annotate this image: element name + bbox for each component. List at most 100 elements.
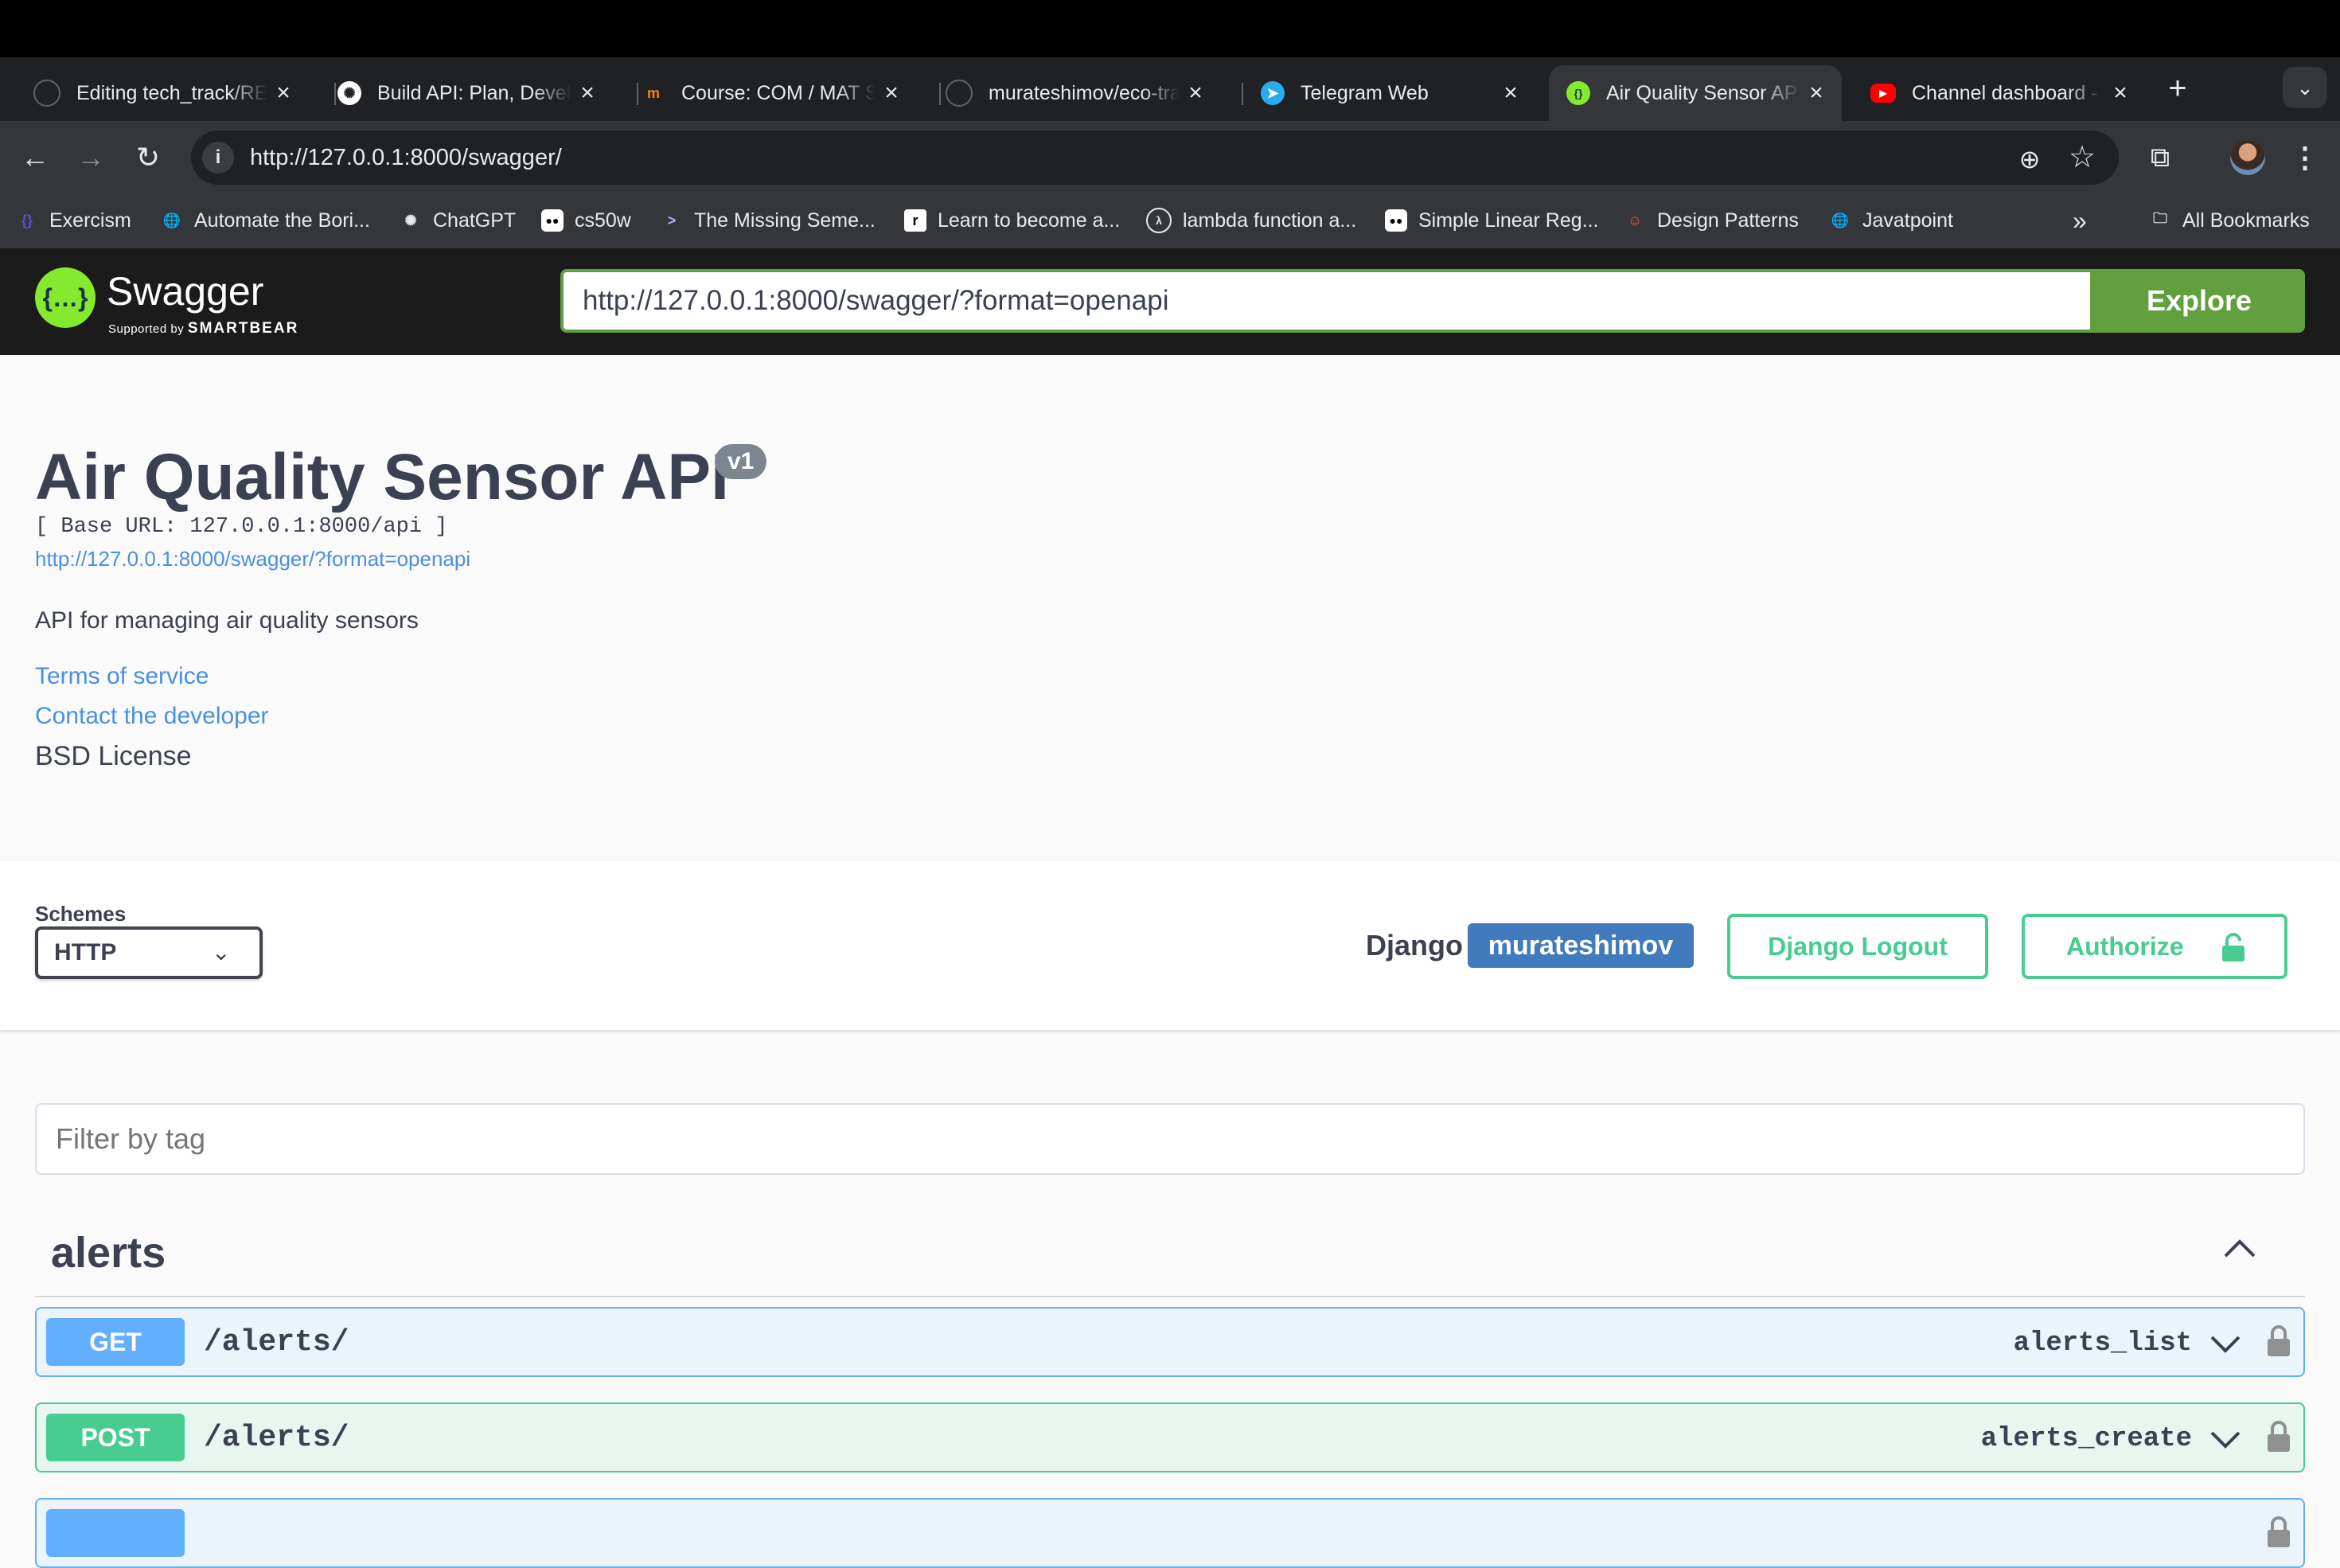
url-text[interactable]: http://127.0.0.1:8000/swagger/ bbox=[250, 140, 562, 175]
scheme-selected-value: HTTP bbox=[54, 939, 117, 965]
explore-url-input[interactable] bbox=[560, 269, 2093, 333]
operation-id: alerts_list bbox=[2013, 1328, 2192, 1359]
telegram-icon: ➤ bbox=[1261, 81, 1285, 105]
tab-title: Build API: Plan, Develop bbox=[377, 81, 571, 104]
method-badge: POST bbox=[46, 1414, 185, 1461]
tab-air-quality-api[interactable]: {} Air Quality Sensor API × bbox=[1549, 65, 1842, 121]
swagger-logo-subtitle: Supported by SMARTBEAR bbox=[108, 320, 298, 337]
bookmark-design-patterns[interactable]: ☺ Design Patterns bbox=[1624, 202, 1799, 239]
lock-icon[interactable] bbox=[2267, 1514, 2291, 1549]
filter-by-tag-input[interactable] bbox=[35, 1103, 2305, 1175]
bookmark-roadmap[interactable]: r Learn to become a... bbox=[904, 202, 1120, 239]
terminal-icon: > bbox=[667, 212, 677, 228]
bookmark-lambda[interactable]: λ lambda function a... bbox=[1146, 202, 1356, 239]
bookmark-missing-semester[interactable]: > The Missing Seme... bbox=[661, 202, 876, 239]
django-label: Django bbox=[1366, 929, 1463, 961]
terms-of-service-link[interactable]: Terms of service bbox=[35, 661, 209, 692]
tab-youtube[interactable]: ▶ Channel dashboard - YouTube × bbox=[1853, 68, 2146, 118]
all-bookmarks-label: All Bookmarks bbox=[2182, 209, 2310, 232]
bookmark-label: Javatpoint bbox=[1862, 209, 1953, 232]
tab-title: Course: COM / MAT Spring bbox=[681, 81, 876, 104]
globe-icon: 🌐 bbox=[162, 212, 181, 228]
browser-menu-icon[interactable]: ⋮ bbox=[2289, 140, 2321, 175]
bookmark-chatgpt[interactable]: ✺ ChatGPT bbox=[400, 202, 516, 239]
profile-avatar[interactable] bbox=[2230, 140, 2265, 175]
github-icon bbox=[946, 80, 973, 107]
bookmarks-overflow-icon[interactable]: » bbox=[2073, 202, 2087, 239]
chevron-down-icon[interactable] bbox=[2209, 1329, 2241, 1358]
extensions-icon[interactable]: ⧉ bbox=[2143, 140, 2178, 175]
api-title: Air Quality Sensor API bbox=[35, 441, 729, 513]
github-icon bbox=[33, 80, 60, 107]
lock-icon[interactable] bbox=[2267, 1418, 2291, 1453]
bookmark-javatpoint[interactable]: 🌐 Javatpoint bbox=[1829, 202, 1953, 239]
operation-get-alerts-detail[interactable]: GET bbox=[35, 1498, 2305, 1568]
bookmark-exercism[interactable]: {} Exercism bbox=[16, 202, 131, 239]
tab-telegram[interactable]: ➤ Telegram Web × bbox=[1243, 68, 1536, 118]
globe-icon: 🌐 bbox=[1831, 212, 1850, 228]
operation-path: /alerts/ bbox=[204, 1421, 349, 1455]
tab-eco-track[interactable]: murateshimov/eco-track × bbox=[928, 68, 1221, 118]
close-icon[interactable]: × bbox=[267, 80, 299, 107]
close-icon[interactable]: × bbox=[571, 80, 603, 107]
logo-sub-text: Supported by bbox=[108, 322, 185, 336]
back-button[interactable]: ← bbox=[14, 137, 56, 178]
authorize-button[interactable]: Authorize bbox=[2022, 914, 2287, 979]
operation-id: alerts_create bbox=[1980, 1424, 2192, 1454]
bookmark-cs50w[interactable]: ●● cs50w bbox=[541, 202, 631, 239]
openai-icon: ✺ bbox=[404, 212, 417, 228]
operation-get-alerts[interactable]: GET /alerts/ alerts_list bbox=[35, 1307, 2305, 1377]
bookmark-star-icon[interactable]: ☆ bbox=[2065, 140, 2100, 175]
operation-post-alerts[interactable]: POST /alerts/ alerts_create bbox=[35, 1402, 2305, 1472]
tab-title: Channel dashboard - YouTube bbox=[1912, 81, 2104, 104]
spec-link[interactable]: http://127.0.0.1:8000/swagger/?format=op… bbox=[35, 546, 470, 571]
exercism-icon: {} bbox=[21, 212, 33, 228]
tag-heading-alerts[interactable]: alerts bbox=[51, 1224, 166, 1281]
bookmark-label: Learn to become a... bbox=[938, 209, 1121, 232]
lock-icon[interactable] bbox=[2267, 1323, 2291, 1358]
close-icon[interactable]: × bbox=[876, 80, 907, 107]
tab-bar: Editing tech_track/README × ✺ Build API:… bbox=[0, 57, 2340, 121]
tab-course[interactable]: m Course: COM / MAT Spring × bbox=[624, 68, 917, 118]
tab-build-api[interactable]: ✺ Build API: Plan, Develop × bbox=[320, 68, 613, 118]
django-logout-button[interactable]: Django Logout bbox=[1727, 914, 1988, 979]
tab-editing-readme[interactable]: Editing tech_track/README × bbox=[16, 68, 309, 118]
swagger-logo-text: Swagger bbox=[107, 269, 264, 314]
moodle-icon: m bbox=[646, 84, 660, 101]
site-info-icon[interactable]: i bbox=[202, 142, 234, 174]
chevron-down-icon[interactable] bbox=[2209, 1425, 2241, 1453]
roadmap-icon: r bbox=[904, 209, 926, 232]
license-text: BSD License bbox=[35, 741, 192, 771]
bookmark-linear-regression[interactable]: ●● Simple Linear Reg... bbox=[1385, 202, 1599, 239]
all-bookmarks[interactable]: 🗀 All Bookmarks bbox=[2149, 202, 2310, 239]
reload-button[interactable]: ↻ bbox=[127, 137, 169, 178]
username-badge: murateshimov bbox=[1468, 923, 1694, 968]
close-icon[interactable]: × bbox=[1495, 80, 1527, 107]
new-tab-button[interactable]: + bbox=[2162, 68, 2194, 108]
close-icon[interactable]: × bbox=[2104, 80, 2136, 107]
explore-button[interactable]: Explore bbox=[2093, 269, 2305, 333]
tab-title: Telegram Web bbox=[1301, 81, 1429, 104]
scheme-container bbox=[0, 861, 2340, 1030]
tab-search-button[interactable]: ⌄ bbox=[2283, 67, 2327, 108]
refactoring-icon: ☺ bbox=[1627, 212, 1643, 228]
chevron-down-icon: ⌄ bbox=[212, 940, 231, 965]
bookmark-label: lambda function a... bbox=[1183, 209, 1357, 232]
zoom-icon[interactable]: ⊕ bbox=[2012, 142, 2047, 177]
bookmark-label: cs50w bbox=[575, 209, 631, 232]
youtube-icon: ▶ bbox=[1870, 84, 1896, 103]
close-icon[interactable]: × bbox=[1180, 80, 1211, 107]
bookmark-label: Simple Linear Reg... bbox=[1418, 209, 1599, 232]
contact-developer-link[interactable]: Contact the developer bbox=[35, 700, 269, 732]
bookmark-label: Automate the Bori... bbox=[194, 209, 370, 232]
close-icon[interactable]: × bbox=[1800, 80, 1832, 107]
medium-icon: ●● bbox=[1385, 209, 1407, 232]
openai-icon: ✺ bbox=[337, 81, 361, 105]
bookmark-label: The Missing Seme... bbox=[694, 209, 876, 232]
chevron-up-icon[interactable] bbox=[2222, 1231, 2257, 1266]
tag-divider bbox=[35, 1296, 2305, 1297]
bookmark-automate[interactable]: 🌐 Automate the Bori... bbox=[161, 202, 370, 239]
authorize-label: Authorize bbox=[2066, 932, 2184, 961]
method-badge: GET bbox=[46, 1318, 185, 1366]
forward-button[interactable]: → bbox=[70, 137, 111, 178]
